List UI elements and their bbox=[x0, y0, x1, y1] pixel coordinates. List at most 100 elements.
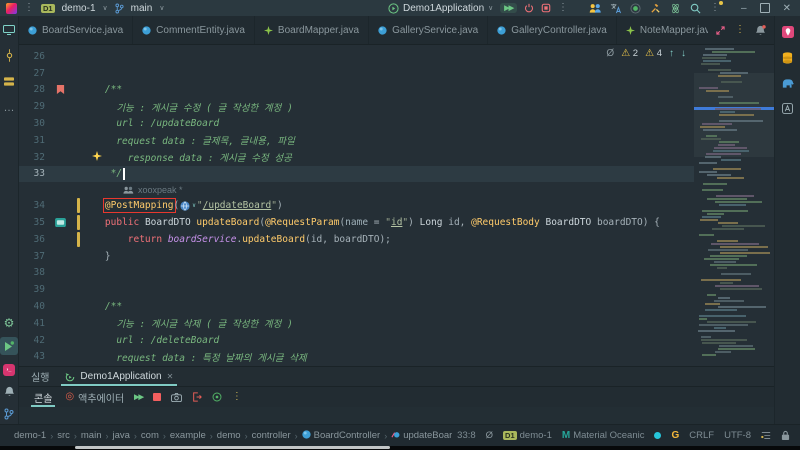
endpoint-gutter-icon[interactable] bbox=[54, 218, 66, 228]
run-tool-window-icon[interactable] bbox=[0, 337, 18, 355]
bookmark-icon[interactable] bbox=[56, 84, 65, 95]
code-line-26[interactable]: 26 bbox=[19, 48, 694, 65]
breadcrumb-item-boardcontroller[interactable]: BoardController bbox=[302, 430, 380, 441]
url-globe-icon[interactable] bbox=[180, 201, 190, 211]
line-number[interactable]: 43 bbox=[19, 351, 45, 362]
inspections-widget[interactable]: Ø ⚠ 2 ⚠ 4 ↑ ↓ bbox=[606, 48, 686, 59]
line-number[interactable]: 38 bbox=[19, 267, 45, 278]
line-number[interactable]: 26 bbox=[19, 51, 45, 62]
settings-kebab-icon[interactable]: ⋮ bbox=[710, 1, 724, 13]
breadcrumb-item-demo-1[interactable]: demo-1 bbox=[14, 430, 46, 441]
code-line-41[interactable]: 41 기능 : 게시글 삭제 ( 글 작성한 계정 ) bbox=[19, 315, 694, 332]
prev-problem-icon[interactable]: ↑ bbox=[669, 48, 674, 59]
tab-notemapper-java[interactable]: NoteMapper.java bbox=[617, 16, 708, 44]
breadcrumb-item-java[interactable]: java bbox=[112, 430, 129, 441]
close-button[interactable]: ✕ bbox=[783, 3, 791, 14]
gear-icon[interactable]: ⚙ bbox=[1, 315, 17, 330]
breadcrumb-item-updateboard[interactable]: updateBoard bbox=[391, 430, 452, 441]
commit-tool-icon[interactable] bbox=[1, 48, 17, 63]
disable-highlight-icon[interactable]: Ø bbox=[606, 48, 614, 59]
project-selector[interactable]: demo-1 bbox=[62, 3, 96, 14]
translate-icon[interactable] bbox=[610, 3, 622, 14]
code-line-28[interactable]: 28 /** bbox=[19, 82, 694, 99]
more-tool-windows-icon[interactable]: … bbox=[1, 100, 17, 115]
code-with-me-icon[interactable] bbox=[589, 3, 601, 13]
code-line-27[interactable]: 27 bbox=[19, 65, 694, 82]
code-line-42[interactable]: 42 url : /deleteBoard bbox=[19, 332, 694, 349]
tab-galleryservice-java[interactable]: GalleryService.java bbox=[369, 16, 489, 44]
database-tool-icon[interactable] bbox=[782, 52, 793, 64]
line-number[interactable]: 35 bbox=[19, 217, 45, 228]
actuator-tab[interactable]: ◎ 액추에이터 bbox=[65, 390, 124, 405]
power-stop-icon[interactable] bbox=[524, 3, 534, 13]
breadcrumb-item-main[interactable]: main bbox=[81, 430, 102, 441]
minimize-button[interactable]: – bbox=[741, 3, 747, 14]
console-options-kebab-icon[interactable]: ⋮ bbox=[232, 392, 242, 402]
line-number[interactable]: 39 bbox=[19, 284, 45, 295]
notification-bell-icon[interactable] bbox=[755, 24, 766, 36]
code-line-29[interactable]: 29 기능 : 게시글 수정 ( 글 작성한 계정 ) bbox=[19, 98, 694, 115]
git-tool-icon[interactable] bbox=[1, 406, 17, 421]
breadcrumb-item-controller[interactable]: controller bbox=[252, 430, 291, 441]
code-line-31[interactable]: 31 request data : 글제목, 글내용, 파일 bbox=[19, 132, 694, 149]
run-tab-demo1application[interactable]: Demo1Application ✕ bbox=[61, 367, 177, 386]
code-line-36[interactable]: 36 return boardService. updateBoard (id, b… bbox=[19, 231, 694, 248]
line-number[interactable]: 41 bbox=[19, 318, 45, 329]
code-line-43[interactable]: 43 request data : 특정 날짜의 게시글 삭제 bbox=[19, 349, 694, 366]
stop-button[interactable] bbox=[541, 3, 551, 13]
atom-plugin-icon[interactable] bbox=[670, 3, 681, 14]
status-dot-icon[interactable] bbox=[654, 432, 662, 439]
lock-icon[interactable] bbox=[781, 430, 790, 441]
code-line-39[interactable]: 39 bbox=[19, 281, 694, 298]
structure-tool-icon[interactable] bbox=[1, 74, 17, 89]
run-options-kebab-icon[interactable]: ⋮ bbox=[558, 3, 568, 13]
code-line-35[interactable]: 35 public BoardDTO updateBoard(@RequestP… bbox=[19, 214, 694, 231]
console-stop-icon[interactable] bbox=[152, 393, 161, 401]
indent-settings-icon[interactable] bbox=[761, 431, 771, 440]
highlight-level-icon[interactable]: Ø bbox=[486, 430, 493, 441]
line-separator[interactable]: CRLF bbox=[689, 430, 714, 441]
terminal-tool-icon[interactable]: ›_ bbox=[1, 362, 17, 377]
breadcrumb-item-src[interactable]: src bbox=[57, 430, 70, 441]
line-number[interactable]: 30 bbox=[19, 118, 45, 129]
thread-dump-camera-icon[interactable] bbox=[171, 392, 182, 402]
notifications-alarm-icon[interactable] bbox=[1, 384, 17, 399]
breadcrumb[interactable]: demo-1 › src › main › java › com › example › demo › co… bbox=[14, 430, 452, 441]
code-line-38[interactable]: 38 bbox=[19, 265, 694, 282]
line-number[interactable]: 40 bbox=[19, 301, 45, 312]
expand-icon[interactable] bbox=[716, 25, 725, 35]
code-line-30[interactable]: 30 url : /updateBoard bbox=[19, 115, 694, 132]
intention-bulb-icon[interactable] bbox=[92, 150, 102, 161]
breadcrumb-item-example[interactable]: example bbox=[170, 430, 206, 441]
next-problem-icon[interactable]: ↓ bbox=[681, 48, 686, 59]
translation-tool-icon[interactable] bbox=[782, 103, 793, 114]
run-configuration-selector[interactable]: Demo1Application ∨ bbox=[388, 3, 493, 14]
tab-gallerycontroller-java[interactable]: GalleryController.java bbox=[488, 16, 617, 44]
breadcrumb-item-com[interactable]: com bbox=[141, 430, 159, 441]
close-icon[interactable]: ✕ bbox=[167, 372, 174, 381]
status-project-name[interactable]: demo-1 bbox=[520, 430, 552, 441]
console-output[interactable] bbox=[19, 407, 774, 424]
line-number[interactable]: 32 bbox=[19, 152, 45, 163]
record-icon[interactable] bbox=[630, 2, 641, 14]
line-number[interactable]: 36 bbox=[19, 234, 45, 245]
code-line-37[interactable]: 37 } bbox=[19, 248, 694, 265]
line-number[interactable]: 27 bbox=[19, 68, 45, 79]
g-plugin-icon[interactable]: G bbox=[671, 430, 679, 441]
code-line-33[interactable]: 33 */ bbox=[19, 165, 694, 183]
code-line-34[interactable]: 34 @PostMapping(∨ "/updateBoard ") bbox=[19, 197, 694, 214]
breadcrumb-item-demo[interactable]: demo bbox=[217, 430, 241, 441]
line-number[interactable]: 28 bbox=[19, 84, 45, 95]
tab-boardmapper-java[interactable]: BoardMapper.java bbox=[255, 16, 370, 44]
console-tab[interactable]: 콘솔 bbox=[31, 387, 55, 407]
code-minimap[interactable] bbox=[694, 45, 774, 366]
exit-disconnect-icon[interactable] bbox=[192, 392, 202, 402]
code-line-32[interactable]: 32 response data : 게시글 수정 성공 bbox=[19, 149, 694, 166]
tab-commententity-java[interactable]: CommentEntity.java bbox=[133, 16, 255, 44]
tab-boardservice-java[interactable]: BoardService.java bbox=[19, 16, 134, 44]
line-number[interactable]: 29 bbox=[19, 101, 45, 112]
project-tool-icon[interactable] bbox=[1, 22, 17, 37]
bookmarks-pin-icon[interactable] bbox=[781, 26, 794, 38]
search-everywhere-icon[interactable] bbox=[690, 3, 701, 14]
cursor-position[interactable]: 33:8 bbox=[457, 430, 476, 441]
